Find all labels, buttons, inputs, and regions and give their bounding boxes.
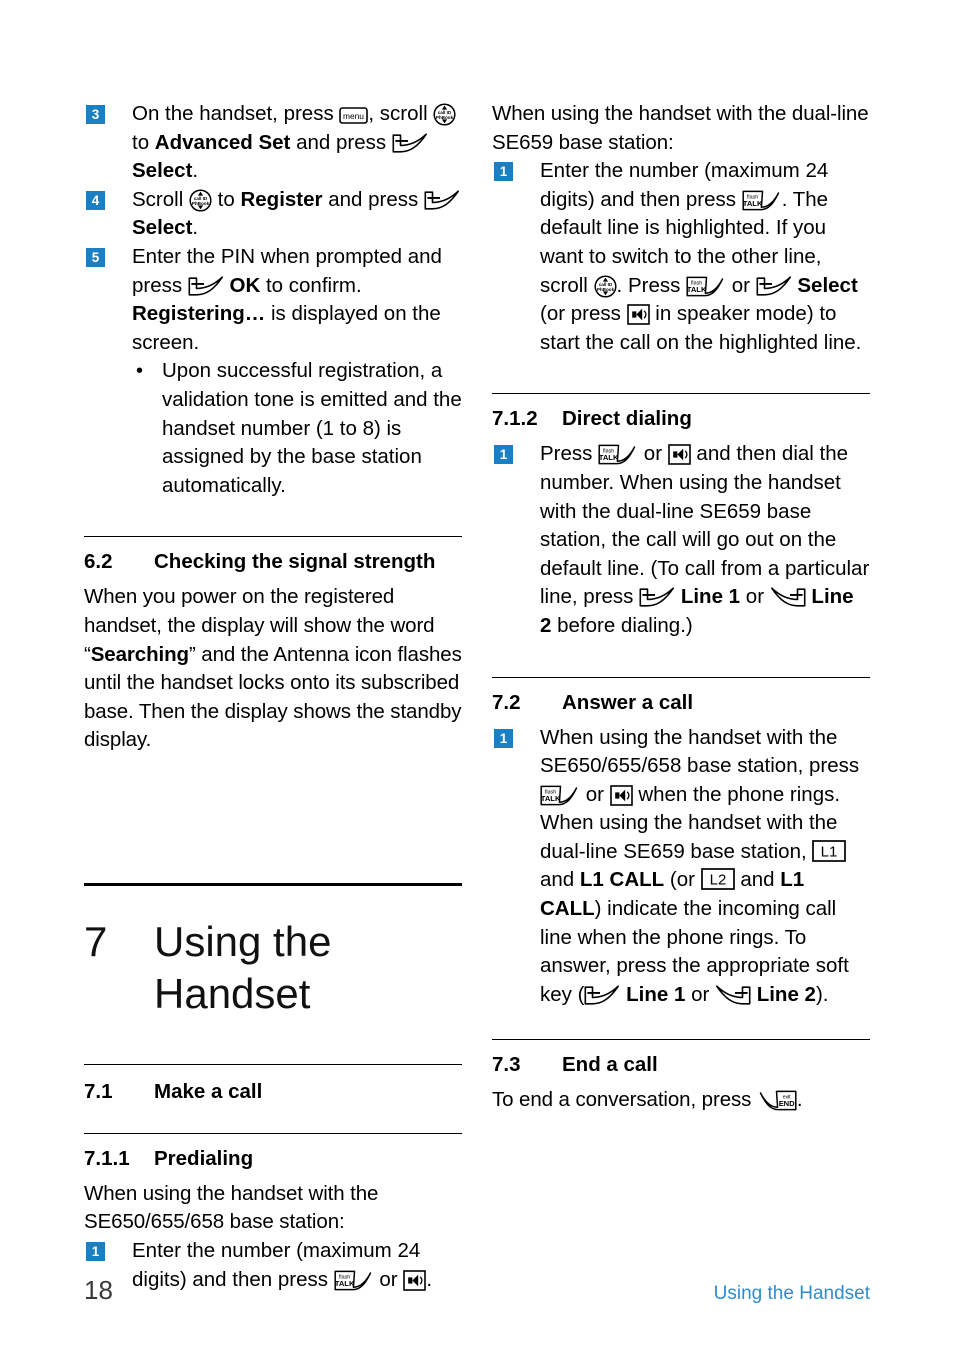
emphasised-label: L1 CALL: [579, 868, 665, 892]
footer-chapter-title: Using the Handset: [713, 1283, 870, 1304]
step-number-badge: 1: [494, 162, 513, 182]
svg-text:TALK: TALK: [687, 285, 707, 294]
scroll-key-icon: call ID PhBook: [593, 275, 617, 298]
heading-6-2-title: Checking the signal strength: [154, 550, 436, 574]
left-softkey-icon: [584, 984, 620, 1007]
step-number-badge: 5: [86, 247, 105, 267]
step-4-text: Scroll call ID PhBook to Register and pr…: [132, 187, 460, 240]
svg-text:L1: L1: [821, 843, 838, 860]
emphasised-label: Register: [240, 187, 323, 211]
step-5-text: Enter the PIN when prompted and press OK…: [132, 244, 442, 354]
step-7-1-2-1-text: Press flash TALK or and then dial the nu…: [540, 442, 870, 637]
emphasised-label: Registering…: [132, 302, 266, 326]
left-softkey-icon: [188, 275, 224, 298]
heading-6-2-number: 6.2: [84, 550, 113, 574]
heading-7-1: 7.1 Make a call: [84, 1079, 462, 1105]
talk-key-icon: flash TALK: [742, 189, 782, 212]
emphasised-label: Select: [132, 216, 193, 240]
speaker-key-icon: [626, 304, 650, 325]
left-softkey-icon: [639, 586, 675, 609]
step-3: 3 On the handset, press menu , scroll ca…: [84, 100, 462, 186]
paragraph-dualline-intro: When using the handset with the dual-lin…: [492, 102, 869, 154]
emphasised-label: OK: [229, 273, 261, 297]
step-number-badge: 1: [494, 445, 513, 465]
heading-chapter-7: 7 Using the Handset: [84, 916, 462, 1020]
heading-7-1-2-number: 7.1.2: [492, 407, 538, 431]
svg-text:END: END: [779, 1099, 795, 1108]
heading-7-1-1-number: 7.1.1: [84, 1146, 130, 1170]
heading-7-1-number: 7.1: [84, 1079, 113, 1103]
svg-text:PhBook: PhBook: [436, 115, 454, 120]
left-column: 3 On the handset, press menu , scroll ca…: [84, 100, 462, 1294]
right-column: When using the handset with the dual-lin…: [492, 100, 870, 1115]
step-number-badge: 1: [494, 728, 513, 748]
manual-page: 3 On the handset, press menu , scroll ca…: [0, 0, 954, 1348]
step-dualline-1: 1 Enter the number (maximum 24 digits) a…: [492, 157, 870, 357]
para-6-2-bold: Searching: [90, 642, 189, 666]
step-7-2-1: 1 When using the handset with the SE650/…: [492, 724, 870, 1010]
bullet-registration-note: Upon successful registration, a validati…: [132, 357, 462, 500]
emphasised-label: Line 2: [756, 982, 816, 1006]
step-7-1-2-1: 1 Press flash TALK or and then dial the …: [492, 440, 870, 640]
paragraph-6-2: When you power on the registered handset…: [84, 583, 462, 755]
heading-7-1-title: Make a call: [154, 1079, 263, 1103]
svg-text:TALK: TALK: [599, 453, 619, 462]
paragraph-7-3: To end a conversation, press exit END .: [492, 1088, 803, 1112]
svg-text:L2: L2: [709, 872, 726, 889]
heading-7-3-number: 7.3: [492, 1053, 521, 1077]
left-softkey-icon: [392, 132, 428, 155]
step-number-badge: 1: [86, 1242, 105, 1262]
heading-7-1-1: 7.1.1 Predialing: [84, 1146, 462, 1172]
emphasised-label: Line 1: [680, 585, 741, 609]
heading-7-1-1-title: Predialing: [154, 1146, 254, 1170]
left-softkey-icon: [424, 189, 460, 212]
right-softkey-icon: [770, 586, 806, 609]
emphasised-label: Advanced Set: [154, 130, 291, 154]
svg-text:PhBook: PhBook: [192, 201, 210, 206]
chapter-7-title: Using the Handset: [154, 917, 332, 1017]
svg-text:menu: menu: [343, 111, 364, 121]
line1-indicator-icon: L1: [812, 840, 847, 862]
heading-7-1-2-title: Direct dialing: [562, 407, 692, 431]
heading-7-3: 7.3 End a call: [492, 1052, 870, 1078]
heading-7-1-2: 7.1.2 Direct dialing: [492, 406, 870, 432]
line2-indicator-icon: L2: [700, 868, 735, 891]
step-number-badge: 4: [86, 190, 105, 210]
step-dualline-1-text: Enter the number (maximum 24 digits) and…: [540, 159, 862, 354]
talk-key-icon: flash TALK: [540, 784, 580, 807]
left-softkey-icon: [756, 275, 792, 298]
menu-key-icon: menu: [339, 107, 369, 124]
end-key-icon: exit END: [757, 1089, 797, 1112]
page-footer: 18 Using the Handset: [84, 1275, 870, 1306]
scroll-key-icon: call ID PhBook: [189, 189, 212, 212]
emphasised-label: Select: [797, 273, 858, 297]
heading-7-3-title: End a call: [562, 1053, 658, 1077]
step-number-badge: 3: [86, 105, 105, 124]
step-7-2-1-text: When using the handset with the SE650/65…: [540, 725, 860, 1007]
speaker-key-icon: [609, 784, 633, 806]
emphasised-label: Line 1: [626, 982, 686, 1006]
heading-7-2-title: Answer a call: [562, 690, 694, 714]
step-5: 5 Enter the PIN when prompted and press …: [84, 243, 462, 357]
svg-text:TALK: TALK: [742, 199, 762, 208]
svg-text:PhBook: PhBook: [596, 287, 614, 292]
paragraph-7-1-1-intro: When using the handset with the SE650/65…: [84, 1181, 379, 1234]
scroll-key-icon: call ID PhBook: [433, 103, 456, 126]
talk-key-icon: flash TALK: [598, 443, 638, 466]
heading-7-2: 7.2 Answer a call: [492, 690, 870, 716]
heading-7-2-number: 7.2: [492, 690, 521, 714]
page-number: 18: [84, 1275, 113, 1305]
step-3-text: On the handset, press menu , scroll call…: [132, 102, 456, 182]
speaker-key-icon: [667, 444, 691, 466]
talk-key-icon: flash TALK: [686, 275, 726, 298]
emphasised-label: Select: [132, 159, 193, 183]
svg-text:TALK: TALK: [541, 794, 561, 803]
right-softkey-icon: [715, 984, 751, 1007]
heading-6-2: 6.2 Checking the signal strength: [84, 549, 462, 575]
step-4: 4 Scroll call ID PhBook to Register and …: [84, 186, 462, 243]
chapter-7-number: 7: [84, 917, 108, 965]
